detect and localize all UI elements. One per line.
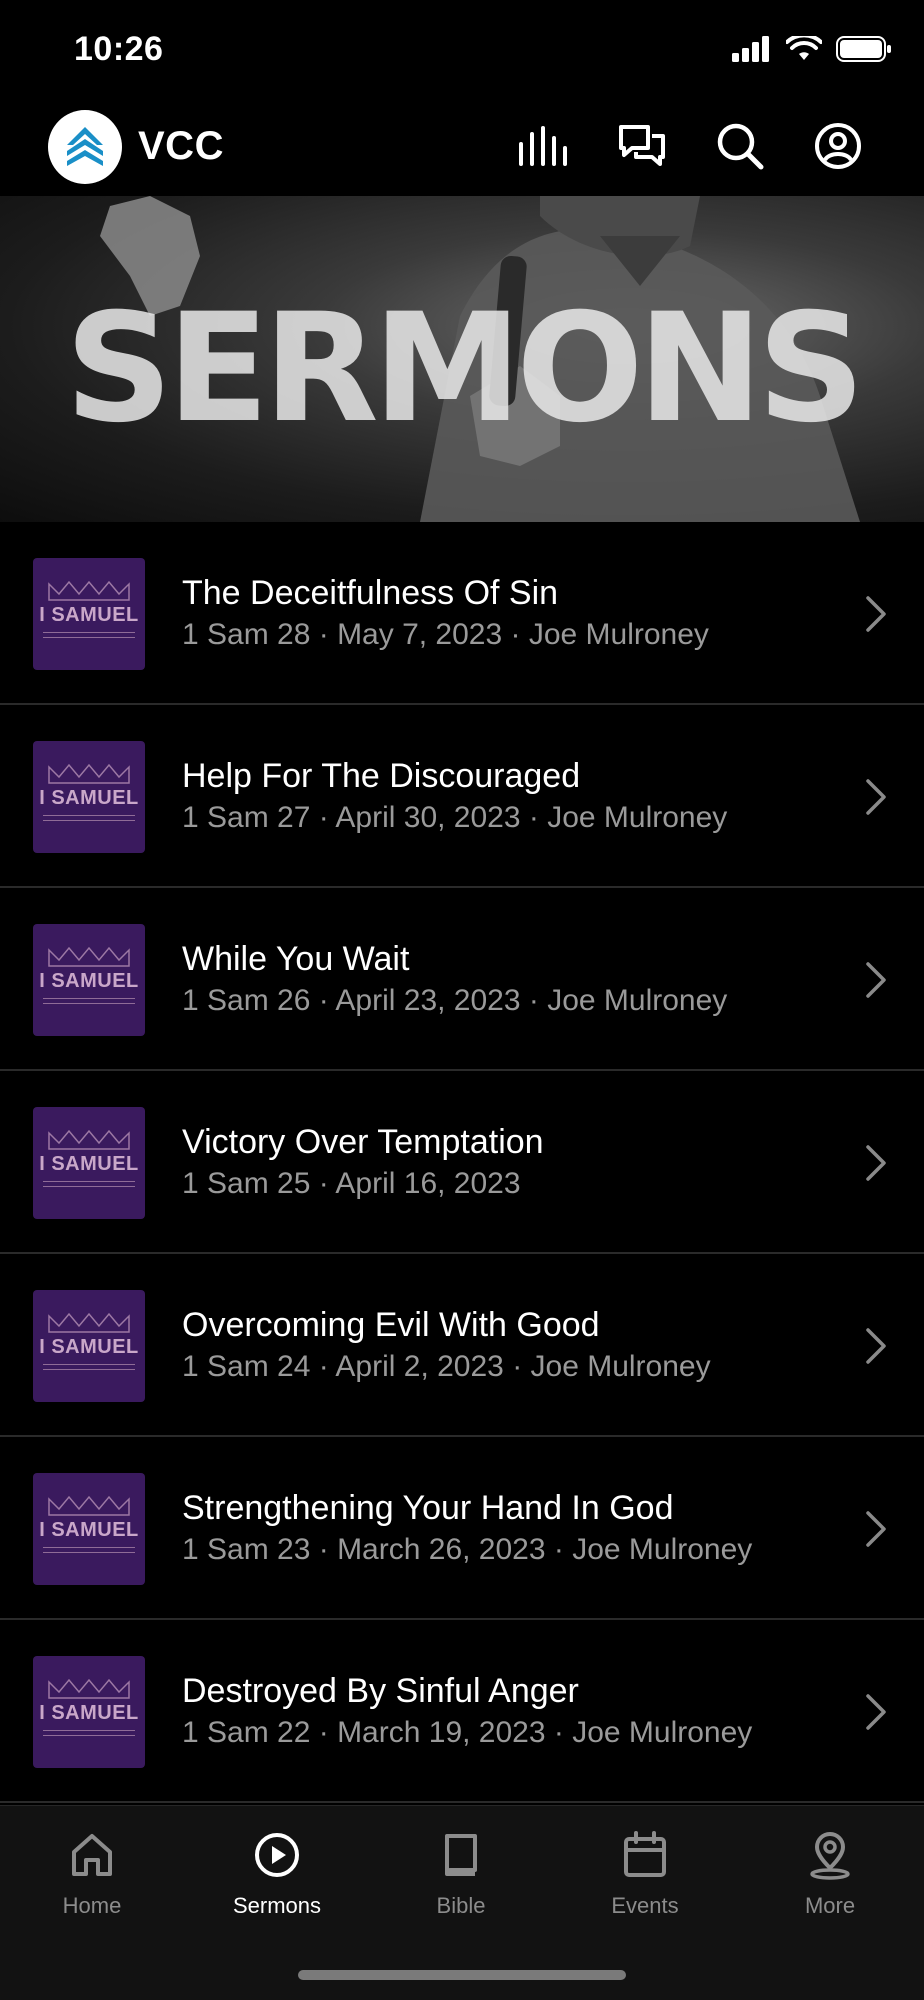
sermon-row[interactable]: I SAMUEL The Deceitfulness Of Sin 1 Sam … bbox=[0, 522, 924, 705]
tab-sermons[interactable]: Sermons bbox=[202, 1830, 352, 1919]
series-label: I SAMUEL bbox=[39, 970, 139, 992]
series-label: I SAMUEL bbox=[39, 787, 139, 809]
crown-icon bbox=[48, 946, 130, 967]
battery-icon bbox=[836, 36, 891, 62]
series-thumbnail: I SAMUEL bbox=[33, 1290, 145, 1402]
home-icon bbox=[72, 1834, 112, 1876]
status-time: 10:26 bbox=[74, 30, 164, 68]
audio-bars-icon bbox=[519, 126, 567, 166]
church-logo[interactable] bbox=[48, 110, 122, 184]
tab-bible[interactable]: Bible bbox=[386, 1830, 536, 1919]
crown-icon bbox=[48, 763, 130, 784]
sermon-title: Destroyed By Sinful Anger bbox=[182, 1672, 579, 1710]
sermon-meta: 1 Sam 24 · April 2, 2023 · Joe Mulroney bbox=[182, 1350, 711, 1383]
series-thumbnail: I SAMUEL bbox=[33, 1656, 145, 1768]
crown-icon bbox=[48, 580, 130, 601]
cellular-signal-icon bbox=[732, 36, 769, 62]
sermon-meta: 1 Sam 27 · April 30, 2023 · Joe Mulroney bbox=[182, 801, 728, 834]
crown-icon bbox=[48, 1129, 130, 1150]
sermon-title: Strengthening Your Hand In God bbox=[182, 1489, 674, 1527]
chevron-right-icon bbox=[866, 1511, 886, 1547]
app-title: VCC bbox=[138, 124, 224, 168]
location-pin-icon bbox=[810, 1832, 850, 1880]
thumb-decoration bbox=[43, 1364, 135, 1370]
thumb-decoration bbox=[43, 1181, 135, 1187]
series-label: I SAMUEL bbox=[39, 1702, 139, 1724]
chevron-right-icon bbox=[866, 962, 886, 998]
search-icon bbox=[717, 123, 764, 170]
thumb-decoration bbox=[43, 632, 135, 638]
calendar-icon bbox=[624, 1831, 666, 1877]
tab-label: Sermons bbox=[232, 1893, 322, 1918]
audio-button[interactable] bbox=[514, 116, 574, 176]
app-header: VCC bbox=[0, 100, 924, 196]
thumb-decoration bbox=[43, 998, 135, 1004]
sermon-meta: 1 Sam 23 · March 26, 2023 · Joe Mulroney bbox=[182, 1533, 753, 1566]
sermon-row[interactable]: I SAMUEL Strengthening Your Hand In God … bbox=[0, 1437, 924, 1620]
series-thumbnail: I SAMUEL bbox=[33, 1473, 145, 1585]
tab-label: Bible bbox=[436, 1893, 486, 1918]
sermons-banner: SERMONS bbox=[0, 196, 924, 522]
series-thumbnail: I SAMUEL bbox=[33, 741, 145, 853]
tab-label: More bbox=[804, 1893, 856, 1918]
profile-button[interactable] bbox=[808, 116, 868, 176]
sermon-title: Help For The Discouraged bbox=[182, 757, 581, 795]
sermon-row[interactable]: I SAMUEL Overcoming Evil With Good 1 Sam… bbox=[0, 1254, 924, 1437]
search-button[interactable] bbox=[710, 116, 770, 176]
chevron-right-icon bbox=[866, 1694, 886, 1730]
sermon-row[interactable]: I SAMUEL Help For The Discouraged 1 Sam … bbox=[0, 705, 924, 888]
crown-icon bbox=[48, 1312, 130, 1333]
series-label: I SAMUEL bbox=[39, 1336, 139, 1358]
app-screen: 10:26 VCC SERMONS I SAMUEL The Deceitful… bbox=[0, 0, 924, 2000]
thumb-decoration bbox=[43, 815, 135, 821]
book-icon bbox=[445, 1834, 477, 1876]
crown-icon bbox=[48, 1495, 130, 1516]
series-thumbnail: I SAMUEL bbox=[33, 1107, 145, 1219]
tab-label: Events bbox=[611, 1893, 679, 1918]
home-indicator[interactable] bbox=[298, 1970, 626, 1980]
chevron-right-icon bbox=[866, 596, 886, 632]
chevron-stack-logo-icon bbox=[67, 127, 103, 166]
sermon-row[interactable]: I SAMUEL Victory Over Temptation 1 Sam 2… bbox=[0, 1071, 924, 1254]
sermon-row[interactable]: I SAMUEL Destroyed By Sinful Anger 1 Sam… bbox=[0, 1620, 924, 1803]
sermon-meta: 1 Sam 26 · April 23, 2023 · Joe Mulroney bbox=[182, 984, 728, 1017]
tab-more[interactable]: More bbox=[755, 1830, 905, 1919]
sermon-meta: 1 Sam 22 · March 19, 2023 · Joe Mulroney bbox=[182, 1716, 753, 1749]
wifi-icon bbox=[786, 36, 822, 60]
series-thumbnail: I SAMUEL bbox=[33, 924, 145, 1036]
tab-events[interactable]: Events bbox=[570, 1830, 720, 1919]
status-bar: 10:26 bbox=[0, 0, 924, 100]
series-label: I SAMUEL bbox=[39, 1519, 139, 1541]
sermon-meta: 1 Sam 28 · May 7, 2023 · Joe Mulroney bbox=[182, 618, 709, 651]
thumb-decoration bbox=[43, 1547, 135, 1553]
tab-home[interactable]: Home bbox=[17, 1830, 167, 1919]
banner-title: SERMONS bbox=[64, 282, 865, 456]
tab-label: Home bbox=[62, 1893, 122, 1918]
sermon-list: I SAMUEL The Deceitfulness Of Sin 1 Sam … bbox=[0, 522, 924, 1803]
chevron-right-icon bbox=[866, 779, 886, 815]
crown-icon bbox=[48, 1678, 130, 1699]
sermon-title: The Deceitfulness Of Sin bbox=[182, 574, 559, 612]
profile-icon bbox=[815, 123, 861, 169]
series-label: I SAMUEL bbox=[39, 604, 139, 626]
series-label: I SAMUEL bbox=[39, 1153, 139, 1175]
status-icons bbox=[732, 36, 892, 62]
chat-button[interactable] bbox=[612, 116, 672, 176]
sermon-title: Overcoming Evil With Good bbox=[182, 1306, 600, 1344]
thumb-decoration bbox=[43, 1730, 135, 1736]
sermon-row[interactable]: I SAMUEL While You Wait 1 Sam 26 · April… bbox=[0, 888, 924, 1071]
sermon-title: While You Wait bbox=[182, 940, 410, 978]
sermon-title: Victory Over Temptation bbox=[182, 1123, 544, 1161]
chevron-right-icon bbox=[866, 1328, 886, 1364]
play-circle-icon bbox=[255, 1833, 299, 1877]
chevron-right-icon bbox=[866, 1145, 886, 1181]
series-thumbnail: I SAMUEL bbox=[33, 558, 145, 670]
sermon-meta: 1 Sam 25 · April 16, 2023 bbox=[182, 1167, 521, 1200]
chat-bubbles-icon bbox=[619, 125, 665, 166]
